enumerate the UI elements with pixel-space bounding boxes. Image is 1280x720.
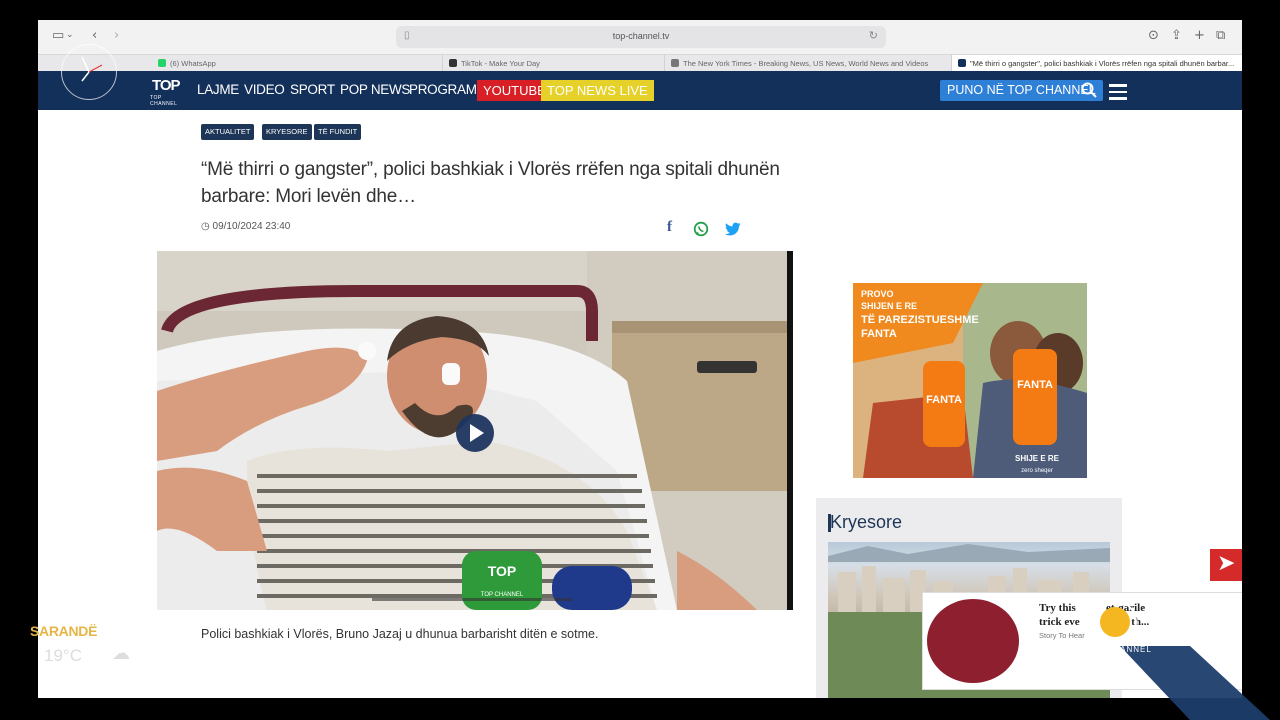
nav-sport[interactable]: SPORT [290, 82, 335, 97]
ad-line4: FANTA [861, 328, 897, 340]
svg-text:TOP: TOP [488, 563, 517, 579]
reload-icon[interactable]: ↻ [869, 29, 878, 42]
nav-programe[interactable]: PROGRAME [409, 82, 486, 97]
back-icon[interactable]: ‹ [92, 28, 97, 43]
svg-text:TOP CHANNEL: TOP CHANNEL [1084, 645, 1152, 654]
sidebar-title: Kryesore [830, 512, 903, 532]
clock-icon [61, 44, 117, 100]
whatsapp-favicon-icon [158, 59, 166, 67]
twitter-share-icon[interactable] [725, 222, 741, 236]
ad-line3: TË PAREZISTUESHME [861, 313, 979, 326]
video-caption: Polici bashkiak i Vlorës, Bruno Jazaj u … [201, 627, 599, 641]
mic-label: TOP CHANNEL [481, 592, 524, 598]
top-channel-watermark: TOP CHANNEL [1084, 600, 1270, 720]
tiktok-favicon-icon [449, 59, 457, 67]
browser-toolbar: ▭ ⌄ ‹ › ▯ top-channel.tv ↻ ⊙ ⇪ + ⧉ [38, 20, 1242, 54]
tab-nytimes[interactable]: The New York Times - Breaking News, US N… [664, 55, 952, 72]
forward-icon[interactable]: › [114, 28, 119, 43]
tab-label: TikTok - Make Your Day [461, 59, 540, 68]
tag-te-fundit[interactable]: TË FUNDIT [314, 124, 362, 140]
nav-pop-news[interactable]: POP NEWS [340, 82, 410, 97]
new-tab-icon[interactable]: + [1194, 28, 1205, 43]
weather-city: SARANDË [30, 623, 98, 639]
nav-lajme[interactable]: LAJME [197, 82, 239, 97]
can-left-label: FANTA [926, 394, 962, 406]
topchannel-favicon-icon [958, 59, 966, 67]
weather-temperature: 19°C [44, 646, 82, 665]
fanta-ad-graphic: FANTA FANTA PROVO SHIJEN E RE TË PAREZIS… [853, 283, 1087, 478]
nav-video[interactable]: VIDEO [244, 82, 285, 97]
article-headline: “Më thirri o gangster”, polici bashkiak … [201, 159, 780, 207]
address-bar[interactable]: ▯ top-channel.tv ↻ [396, 26, 886, 48]
site-navbar: TOP TOP CHANNEL LAJME VIDEO SPORT POP NE… [38, 71, 1242, 110]
tab-label: The New York Times - Breaking News, US N… [683, 59, 929, 68]
play-button-icon[interactable] [455, 413, 495, 453]
article-date: ◷ 09/10/2024 23:40 [201, 221, 291, 232]
share-icon[interactable]: ⇪ [1171, 28, 1182, 43]
tab-whatsapp[interactable]: (6) WhatsApp [152, 55, 442, 72]
nav-top-news-live-button[interactable]: TOP NEWS LIVE [541, 80, 654, 101]
puno-button[interactable]: PUNO NË TOP CHANNEL [940, 80, 1103, 101]
nytimes-favicon-icon [671, 59, 679, 67]
whatsapp-share-icon[interactable] [693, 221, 709, 237]
tab-bar: (6) WhatsApp TikTok - Make Your Day The … [38, 54, 1242, 72]
facebook-share-icon[interactable]: f [667, 219, 672, 236]
address-url: top-channel.tv [612, 31, 670, 41]
ad-badge: SHIJE E RE [1015, 454, 1060, 463]
ad-line1: PROVO [861, 289, 894, 299]
top-channel-logo[interactable]: TOP TOP CHANNEL [150, 77, 188, 107]
arrow-icon: ➤ [1217, 551, 1236, 576]
hamburger-menu-icon[interactable] [1109, 84, 1127, 104]
tag-kryesore[interactable]: KRYESORE [262, 124, 312, 140]
tab-tiktok[interactable]: TikTok - Make Your Day [442, 55, 665, 72]
article-video[interactable]: TOP TOP CHANNEL [157, 251, 793, 610]
chevron-down-icon[interactable]: ⌄ [66, 30, 74, 40]
tab-label: "Më thirri o gangster", polici bashkiak … [970, 59, 1235, 68]
cloud-icon: ☁ [112, 643, 130, 663]
tab-label: (6) WhatsApp [170, 59, 216, 68]
download-icon[interactable]: ⊙ [1148, 28, 1159, 43]
search-icon[interactable] [1080, 81, 1098, 99]
tag-aktualitet[interactable]: AKTUALITET [201, 124, 255, 140]
tab-topchannel[interactable]: "Më thirri o gangster", polici bashkiak … [951, 55, 1242, 72]
next-arrow-button[interactable]: ➤ [1210, 549, 1242, 581]
fanta-advertisement[interactable]: FANTA FANTA PROVO SHIJEN E RE TË PAREZIS… [853, 283, 1087, 478]
ad-badge-sub: zero sheqer [1021, 468, 1053, 474]
tab-overview-icon[interactable]: ⧉ [1216, 28, 1225, 43]
clock-icon: ◷ [201, 221, 210, 232]
sidebar-icon[interactable]: ▭ [52, 28, 64, 43]
ad-line2: SHIJEN E RE [861, 301, 917, 311]
popup-image [927, 599, 1019, 683]
can-right-label: FANTA [1017, 379, 1053, 391]
